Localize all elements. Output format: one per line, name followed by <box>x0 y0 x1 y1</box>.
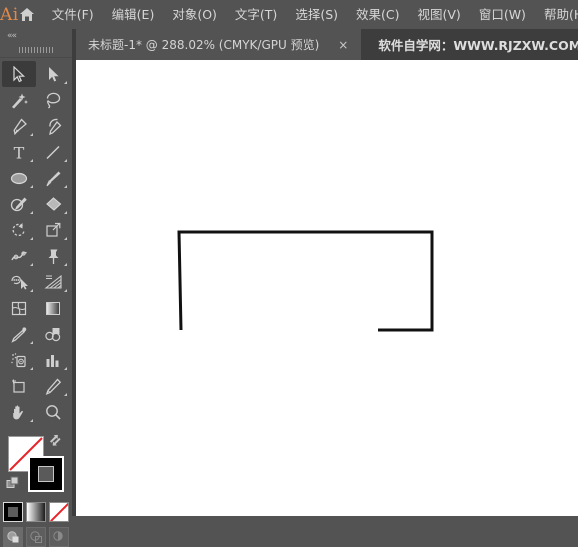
tool-grid: T <box>0 61 72 425</box>
color-controls <box>0 431 72 497</box>
lasso-tool[interactable] <box>36 87 70 113</box>
svg-text:T: T <box>14 144 25 161</box>
double-chevron-left-icon: «« <box>7 30 17 41</box>
close-icon[interactable]: × <box>335 37 351 53</box>
collapse-panel-button[interactable]: «« <box>0 29 72 43</box>
tool-flyout-indicator <box>64 289 67 292</box>
free-transform-tool[interactable] <box>36 243 70 269</box>
menu-bar: Ai 文件(F) 编辑(E) 对象(O) 文字(T) 选择(S) 效果(C) 视… <box>0 0 578 29</box>
column-graph-tool[interactable] <box>36 347 70 373</box>
home-icon[interactable] <box>19 0 35 29</box>
ellipse-tool[interactable] <box>2 165 36 191</box>
gradient-tool[interactable] <box>36 295 70 321</box>
scale-tool[interactable] <box>36 217 70 243</box>
tool-flyout-indicator <box>30 133 33 136</box>
watermark: 软件自学网：WWW.RJZXW.COM <box>361 29 578 60</box>
shaper-tool[interactable] <box>2 191 36 217</box>
menu-select[interactable]: 选择(S) <box>286 0 347 29</box>
tool-flyout-indicator <box>64 211 67 214</box>
default-fill-stroke-icon[interactable] <box>6 475 20 489</box>
app-logo-icon: Ai <box>0 4 19 25</box>
tool-flyout-indicator <box>64 263 67 266</box>
tool-flyout-indicator <box>64 81 67 84</box>
draw-mode-buttons <box>0 527 72 547</box>
drag-grip-icon <box>19 46 53 53</box>
width-tool[interactable] <box>2 243 36 269</box>
hand-tool[interactable] <box>2 399 36 425</box>
draw-behind-button[interactable] <box>26 527 46 547</box>
tool-flyout-indicator <box>30 341 33 344</box>
panel-drag-handle[interactable] <box>0 43 72 56</box>
curvature-tool[interactable] <box>36 113 70 139</box>
tool-flyout-indicator <box>64 185 67 188</box>
tool-flyout-indicator <box>30 211 33 214</box>
symbol-sprayer-tool[interactable] <box>2 347 36 373</box>
zoom-tool[interactable] <box>36 399 70 425</box>
fill-mode-buttons <box>0 502 72 522</box>
draw-normal-button[interactable] <box>3 527 23 547</box>
swap-fill-stroke-icon[interactable] <box>49 433 63 447</box>
selection-tool[interactable] <box>2 61 36 87</box>
watermark-text: 软件自学网：WWW.RJZXW.COM <box>378 38 578 53</box>
tool-flyout-indicator <box>30 367 33 370</box>
tool-flyout-indicator <box>30 419 33 422</box>
open-rectangle-path[interactable] <box>76 60 578 516</box>
tool-flyout-indicator <box>64 237 67 240</box>
pen-tool[interactable] <box>2 113 36 139</box>
perspective-grid-tool[interactable] <box>36 269 70 295</box>
stroke-swatch[interactable] <box>28 456 64 492</box>
mesh-tool[interactable] <box>2 295 36 321</box>
gradient-mode-button[interactable] <box>26 502 46 522</box>
tool-flyout-indicator <box>64 393 67 396</box>
slice-tool[interactable] <box>36 373 70 399</box>
rotate-tool[interactable] <box>2 217 36 243</box>
eyedropper-tool[interactable] <box>2 321 36 347</box>
stroke-swatch-inner <box>38 466 54 482</box>
menu-items: 文件(F) 编辑(E) 对象(O) 文字(T) 选择(S) 效果(C) 视图(V… <box>43 0 578 29</box>
document-tab-title: 未标题-1* @ 288.02% (CMYK/GPU 预览) <box>88 38 320 52</box>
magic-wand-tool[interactable] <box>2 87 36 113</box>
none-slash-icon <box>50 503 68 521</box>
document-tab-bar: 未标题-1* @ 288.02% (CMYK/GPU 预览) × 软件自学网：W… <box>76 29 578 60</box>
eraser-tool[interactable] <box>36 191 70 217</box>
direct-selection-tool[interactable] <box>36 61 70 87</box>
shape-builder-tool[interactable] <box>2 269 36 295</box>
tool-flyout-indicator <box>30 237 33 240</box>
illustrator-window: Ai 文件(F) 编辑(E) 对象(O) 文字(T) 选择(S) 效果(C) 视… <box>0 0 578 547</box>
tools-panel: «« T <box>0 29 72 547</box>
line-segment-tool[interactable] <box>36 139 70 165</box>
type-tool[interactable]: T <box>2 139 36 165</box>
menu-file[interactable]: 文件(F) <box>43 0 103 29</box>
paintbrush-tool[interactable] <box>36 165 70 191</box>
tool-flyout-indicator <box>30 185 33 188</box>
menu-effect[interactable]: 效果(C) <box>347 0 408 29</box>
none-mode-button[interactable] <box>49 502 69 522</box>
draw-inside-button[interactable] <box>49 527 69 547</box>
blend-tool[interactable] <box>36 321 70 347</box>
tool-flyout-indicator <box>64 159 67 162</box>
tool-flyout-indicator <box>30 289 33 292</box>
menu-edit[interactable]: 编辑(E) <box>103 0 164 29</box>
tool-flyout-indicator <box>64 367 67 370</box>
color-mode-button[interactable] <box>3 502 23 522</box>
tool-flyout-indicator <box>30 159 33 162</box>
tool-flyout-indicator <box>30 263 33 266</box>
toolbar-divider <box>0 57 72 58</box>
document-canvas[interactable] <box>76 60 578 516</box>
artboard-tool[interactable] <box>2 373 36 399</box>
menu-object[interactable]: 对象(O) <box>163 0 226 29</box>
document-tab[interactable]: 未标题-1* @ 288.02% (CMYK/GPU 预览) × <box>76 29 362 60</box>
menu-window[interactable]: 窗口(W) <box>470 0 535 29</box>
menu-type[interactable]: 文字(T) <box>226 0 286 29</box>
menu-view[interactable]: 视图(V) <box>409 0 470 29</box>
menu-help[interactable]: 帮助(H) <box>535 0 578 29</box>
